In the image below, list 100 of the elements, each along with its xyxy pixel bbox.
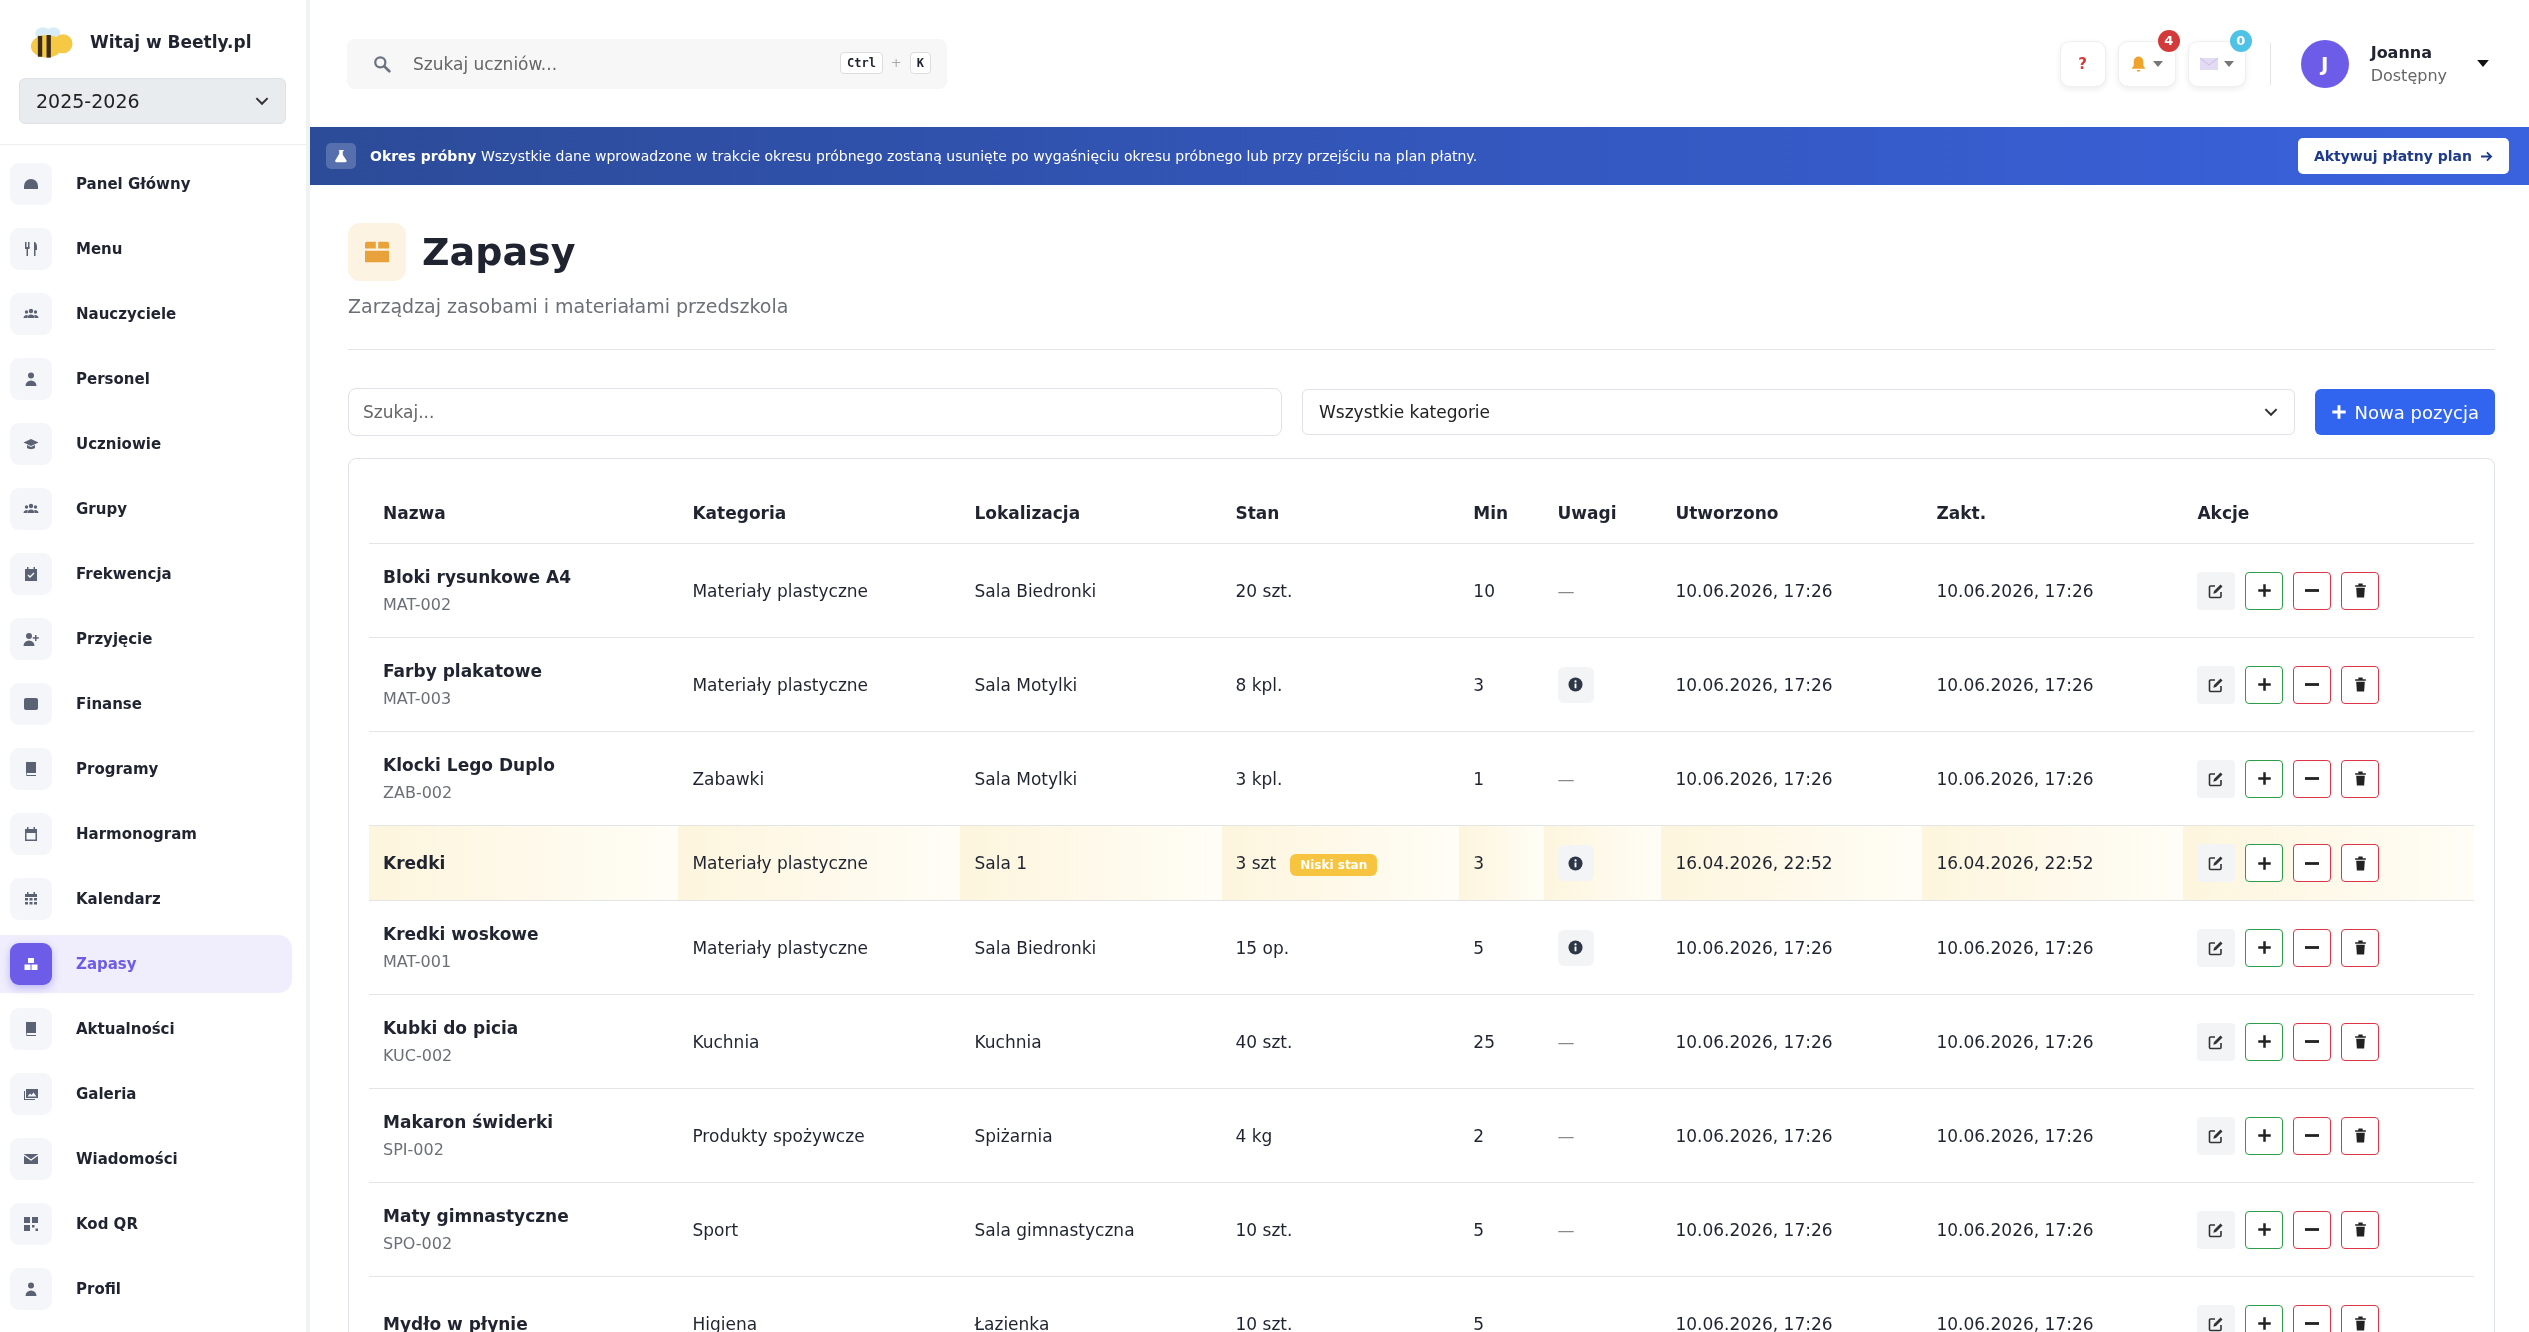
nav-item[interactable]: Grupy (8, 480, 292, 538)
envelope-icon (2199, 57, 2218, 70)
nav-item[interactable]: Aktualności (8, 1000, 292, 1058)
item-code: MAT-001 (383, 952, 453, 971)
table-cell: 10.06.2026, 17:26 (1675, 937, 1833, 958)
table-cell: 10.06.2026, 17:26 (1675, 1125, 1833, 1146)
decrease-button[interactable] (2293, 571, 2332, 610)
nav-item[interactable]: Zapasy (0, 935, 292, 993)
item-name: Kredki woskowe (383, 924, 540, 944)
edit-button[interactable] (2197, 1116, 2236, 1155)
info-icon (1568, 677, 1584, 692)
nav-item[interactable]: Frekwencja (8, 545, 292, 603)
trash-icon (2353, 677, 2367, 692)
nav-item[interactable]: Panel Główny (8, 155, 292, 213)
increase-button[interactable] (2245, 1022, 2284, 1061)
empty-note: — (1557, 1219, 1575, 1240)
delete-button[interactable] (2341, 1116, 2380, 1155)
category-select[interactable]: Wszystkie kategorie (1302, 389, 2295, 435)
edit-button[interactable] (2197, 1304, 2236, 1332)
decrease-button[interactable] (2293, 665, 2332, 704)
table-cell: Sala Motylki (974, 768, 1078, 789)
increase-button[interactable] (2245, 665, 2284, 704)
arrow-icon (2480, 150, 2493, 162)
item-code: ZAB-002 (383, 783, 454, 802)
trash-icon (2353, 855, 2367, 871)
decrease-button[interactable] (2293, 1022, 2332, 1061)
nav-item[interactable]: Personel (8, 350, 292, 408)
nav-item[interactable]: Wiadomości (8, 1130, 292, 1188)
edit-button[interactable] (2197, 928, 2236, 967)
decrease-button[interactable] (2293, 1304, 2332, 1332)
minus-icon (2305, 861, 2320, 865)
table-cell: 10.06.2026, 17:26 (1675, 1219, 1833, 1240)
info-icon (1568, 855, 1584, 871)
activate-plan-button[interactable]: Aktywuj płatny plan (2297, 138, 2509, 174)
qr-code-icon (23, 1216, 39, 1232)
new-item-button[interactable]: Nowa pozycja (2314, 389, 2495, 435)
nav-item[interactable]: Kalendarz (8, 870, 292, 928)
nav-item[interactable]: Nauczyciele (8, 285, 292, 343)
edit-button[interactable] (2197, 759, 2236, 798)
delete-button[interactable] (2341, 1022, 2380, 1061)
item-name: Bloki rysunkowe A4 (383, 567, 572, 587)
table-cell: Materiały plastyczne (692, 853, 869, 873)
table-cell: 3 (1473, 853, 1485, 873)
edit-button[interactable] (2197, 1210, 2236, 1249)
item-name: Maty gimnastyczne (383, 1206, 570, 1226)
decrease-button[interactable] (2293, 1116, 2332, 1155)
nav-item[interactable]: Programy (8, 740, 292, 798)
edit-button[interactable] (2197, 1022, 2236, 1061)
page-title: Zapasy (422, 230, 576, 274)
decrease-button[interactable] (2293, 844, 2332, 882)
delete-button[interactable] (2341, 571, 2380, 610)
nav-item[interactable]: Kod QR (8, 1195, 292, 1253)
caret-icon (2223, 60, 2234, 67)
graduation-cap-icon (23, 436, 39, 452)
edit-button[interactable] (2197, 844, 2236, 882)
info-button[interactable] (1557, 666, 1594, 703)
increase-button[interactable] (2245, 1304, 2284, 1332)
nav-item[interactable]: Harmonogram (8, 805, 292, 863)
nav-item[interactable]: Profil (8, 1260, 292, 1318)
edit-button[interactable] (2197, 665, 2236, 704)
decrease-button[interactable] (2293, 928, 2332, 967)
nav-item[interactable]: Menu (8, 220, 292, 278)
page-subtitle: Zarządzaj zasobami i materiałami przedszkola (348, 295, 790, 317)
item-name: Klocki Lego Duplo (383, 755, 556, 775)
increase-button[interactable] (2245, 571, 2284, 610)
user-name: Joanna (2370, 42, 2433, 62)
year-select[interactable]: 2025-2026 (19, 78, 286, 124)
decrease-button[interactable] (2293, 1210, 2332, 1249)
table-cell: 10 (1473, 580, 1495, 601)
nav-item[interactable]: Przyjęcie (8, 610, 292, 668)
delete-button[interactable] (2341, 665, 2380, 704)
caret-icon[interactable] (2477, 60, 2489, 67)
nav-item[interactable]: Uczniowie (8, 415, 292, 473)
delete-button[interactable] (2341, 759, 2380, 798)
delete-button[interactable] (2341, 1304, 2380, 1332)
table-cell: Materiały plastyczne (692, 937, 869, 958)
user-plus-icon (23, 631, 39, 647)
table-cell: Łazienka (974, 1313, 1050, 1332)
item-name: Kubki do picia (383, 1018, 520, 1038)
search-field[interactable]: Szukaj... (348, 388, 1282, 436)
increase-button[interactable] (2245, 759, 2284, 798)
increase-button[interactable] (2245, 1210, 2284, 1249)
nav-item[interactable]: Finanse (8, 675, 292, 733)
delete-button[interactable] (2341, 928, 2380, 967)
info-button[interactable] (1557, 845, 1594, 881)
help-button[interactable]: ? (2059, 40, 2106, 87)
edit-button[interactable] (2197, 571, 2236, 610)
nav-item[interactable]: Galeria (8, 1065, 292, 1123)
boxes-icon (23, 956, 39, 972)
increase-button[interactable] (2245, 1116, 2284, 1155)
info-button[interactable] (1557, 929, 1594, 966)
decrease-button[interactable] (2293, 759, 2332, 798)
increase-button[interactable] (2245, 844, 2284, 882)
count-badge: 0 (2229, 29, 2252, 52)
delete-button[interactable] (2341, 1210, 2380, 1249)
delete-button[interactable] (2341, 844, 2380, 882)
user-avatar[interactable]: J (2300, 39, 2349, 88)
plus-icon (2256, 940, 2272, 955)
low-stock-badge: Niski stan (1290, 854, 1378, 876)
increase-button[interactable] (2245, 928, 2284, 967)
